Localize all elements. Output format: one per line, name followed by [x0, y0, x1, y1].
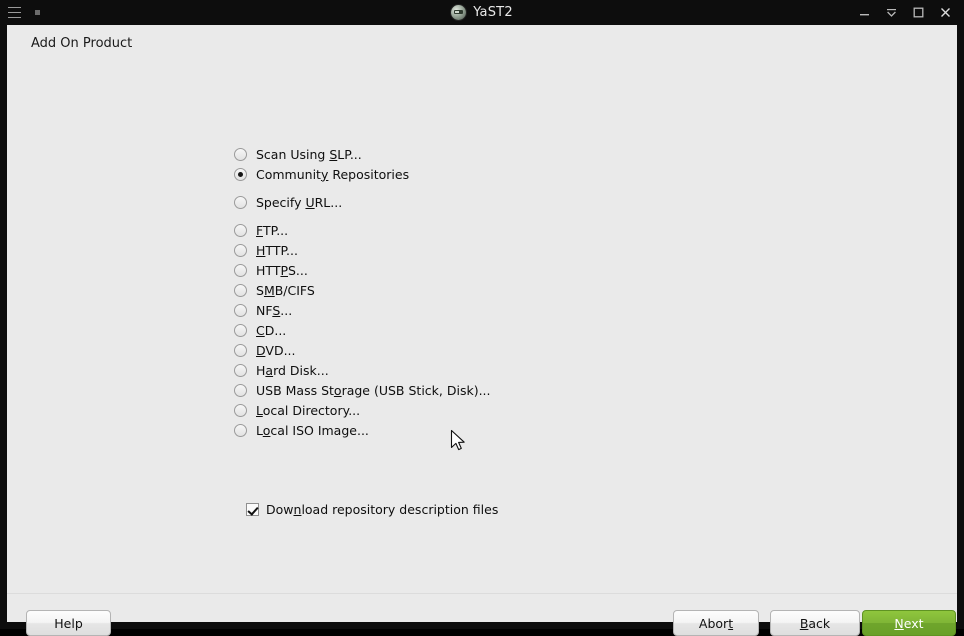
- radio-option-smb-cifs[interactable]: SMB/CIFS: [234, 280, 714, 300]
- dialog-client-area: Add On Product Scan Using SLP... Communit…: [7, 25, 957, 636]
- titlebar-left-group: [0, 7, 150, 18]
- radio-button-icon: [234, 423, 247, 437]
- window-title: YaST2: [473, 5, 513, 20]
- radio-option-http[interactable]: HTTP...: [234, 240, 714, 260]
- radio-option-dvd[interactable]: DVD...: [234, 340, 714, 360]
- radio-option-label: Hard Disk...: [256, 362, 329, 378]
- back-button[interactable]: Back: [770, 610, 860, 636]
- radio-button-icon: [234, 167, 247, 181]
- download-description-files-checkbox[interactable]: Download repository description files: [246, 502, 498, 517]
- radio-option-label: Scan Using SLP...: [256, 146, 362, 162]
- maximize-button[interactable]: [912, 6, 925, 19]
- radio-option-cd[interactable]: CD...: [234, 320, 714, 340]
- checkbox-check-icon: [246, 503, 259, 516]
- radio-button-icon: [234, 147, 247, 161]
- radio-button-icon: [234, 363, 247, 377]
- radio-option-scan-using-slp[interactable]: Scan Using SLP...: [234, 144, 714, 164]
- yast-logo-icon: [451, 5, 467, 20]
- titlebar-title-group: YaST2: [150, 5, 814, 20]
- window-titlebar[interactable]: YaST2: [0, 0, 964, 25]
- radio-option-https[interactable]: HTTPS...: [234, 260, 714, 280]
- radio-option-local-directory[interactable]: Local Directory...: [234, 400, 714, 420]
- radio-option-specify-url[interactable]: Specify URL...: [234, 192, 714, 212]
- close-button[interactable]: [939, 6, 952, 19]
- radio-option-label: HTTPS...: [256, 262, 308, 278]
- help-button[interactable]: Help: [26, 610, 111, 636]
- radio-button-icon: [234, 343, 247, 357]
- radio-button-icon: [234, 383, 247, 397]
- source-type-radio-group: Scan Using SLP... Community Repositories S…: [234, 144, 714, 440]
- minimize-button[interactable]: [858, 6, 871, 19]
- radio-option-label: Local Directory...: [256, 402, 361, 418]
- radio-button-icon: [234, 223, 247, 237]
- radio-option-usb-mass-storage-usb-stick-disk[interactable]: USB Mass Storage (USB Stick, Disk)...: [234, 380, 714, 400]
- radio-button-icon: [234, 323, 247, 337]
- abort-button[interactable]: Abor t: [673, 610, 759, 636]
- radio-option-label: USB Mass Storage (USB Stick, Disk)...: [256, 382, 491, 398]
- window-controls: [814, 6, 964, 19]
- download-description-files-label: Download repository description files: [266, 502, 499, 517]
- footer-divider: [7, 593, 957, 594]
- yast2-window: YaST2 Add On Product Scan Using SLP... C…: [0, 0, 964, 636]
- radio-option-label: Specify URL...: [256, 194, 343, 210]
- radio-button-icon: [234, 195, 247, 209]
- radio-button-icon: [234, 243, 247, 257]
- page-title: Add On Product: [31, 36, 133, 51]
- next-button[interactable]: Next: [862, 610, 956, 636]
- hamburger-menu-icon[interactable]: [8, 7, 21, 18]
- radio-option-local-iso-image[interactable]: Local ISO Image...: [234, 420, 714, 440]
- radio-option-ftp[interactable]: FTP...: [234, 220, 714, 240]
- window-indicator-dot-icon: [35, 10, 40, 15]
- radio-option-label: HTTP...: [256, 242, 298, 258]
- radio-option-nfs[interactable]: NFS...: [234, 300, 714, 320]
- radio-option-community-repositories[interactable]: Community Repositories: [234, 164, 714, 184]
- radio-button-icon: [234, 303, 247, 317]
- radio-option-label: Local ISO Image...: [256, 422, 369, 438]
- radio-option-label: NFS...: [256, 302, 293, 318]
- radio-button-icon: [234, 283, 247, 297]
- radio-option-label: FTP...: [256, 222, 289, 238]
- radio-option-hard-disk[interactable]: Hard Disk...: [234, 360, 714, 380]
- radio-button-icon: [234, 403, 247, 417]
- radio-option-label: DVD...: [256, 342, 296, 358]
- radio-option-label: CD...: [256, 322, 287, 338]
- radio-option-label: SMB/CIFS: [256, 282, 315, 298]
- radio-button-icon: [234, 263, 247, 277]
- shade-button[interactable]: [885, 6, 898, 19]
- radio-option-label: Community Repositories: [256, 166, 410, 182]
